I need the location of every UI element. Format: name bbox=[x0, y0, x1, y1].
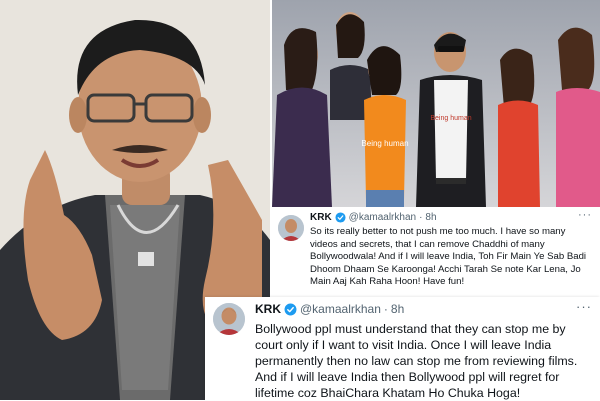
tweet-header: KRK @kamaalrkhan · 8h bbox=[310, 212, 437, 223]
tweet-text: Bollywood ppl must understand that they … bbox=[255, 322, 578, 400]
user-handle[interactable]: @kamaalrkhan bbox=[349, 212, 416, 223]
verified-badge-icon bbox=[335, 212, 346, 223]
tweet-timestamp[interactable]: 8h bbox=[425, 212, 436, 223]
group-photo-illustration: Being human Being human bbox=[272, 0, 600, 207]
user-avatar[interactable] bbox=[213, 303, 245, 335]
more-options-icon[interactable]: ··· bbox=[578, 209, 592, 221]
user-avatar[interactable] bbox=[278, 215, 304, 241]
tweet-card-2[interactable]: KRK @kamaalrkhan · 8h ··· Bollywood ppl … bbox=[205, 297, 600, 400]
user-name[interactable]: KRK bbox=[310, 212, 332, 223]
user-handle[interactable]: @kamaalrkhan bbox=[300, 302, 381, 316]
meta-separator: · bbox=[419, 212, 423, 223]
verified-badge-icon bbox=[284, 303, 297, 316]
user-name[interactable]: KRK bbox=[255, 302, 281, 316]
tweet-header: KRK @kamaalrkhan · 8h bbox=[255, 302, 404, 316]
tshirt-print-1: Being human bbox=[361, 139, 408, 148]
tweet-timestamp[interactable]: 8h bbox=[391, 302, 404, 316]
tshirt-print-2: Being human bbox=[430, 115, 471, 122]
tweet-text: So its really better to not push me too … bbox=[310, 226, 587, 287]
group-photo: Being human Being human bbox=[272, 0, 600, 207]
meta-separator: · bbox=[383, 302, 388, 316]
avatar-image bbox=[278, 215, 304, 241]
tweet-card-1[interactable]: KRK @kamaalrkhan · 8h ··· So its really … bbox=[272, 207, 600, 300]
more-options-icon[interactable]: ··· bbox=[576, 299, 592, 314]
avatar-image bbox=[213, 303, 245, 335]
